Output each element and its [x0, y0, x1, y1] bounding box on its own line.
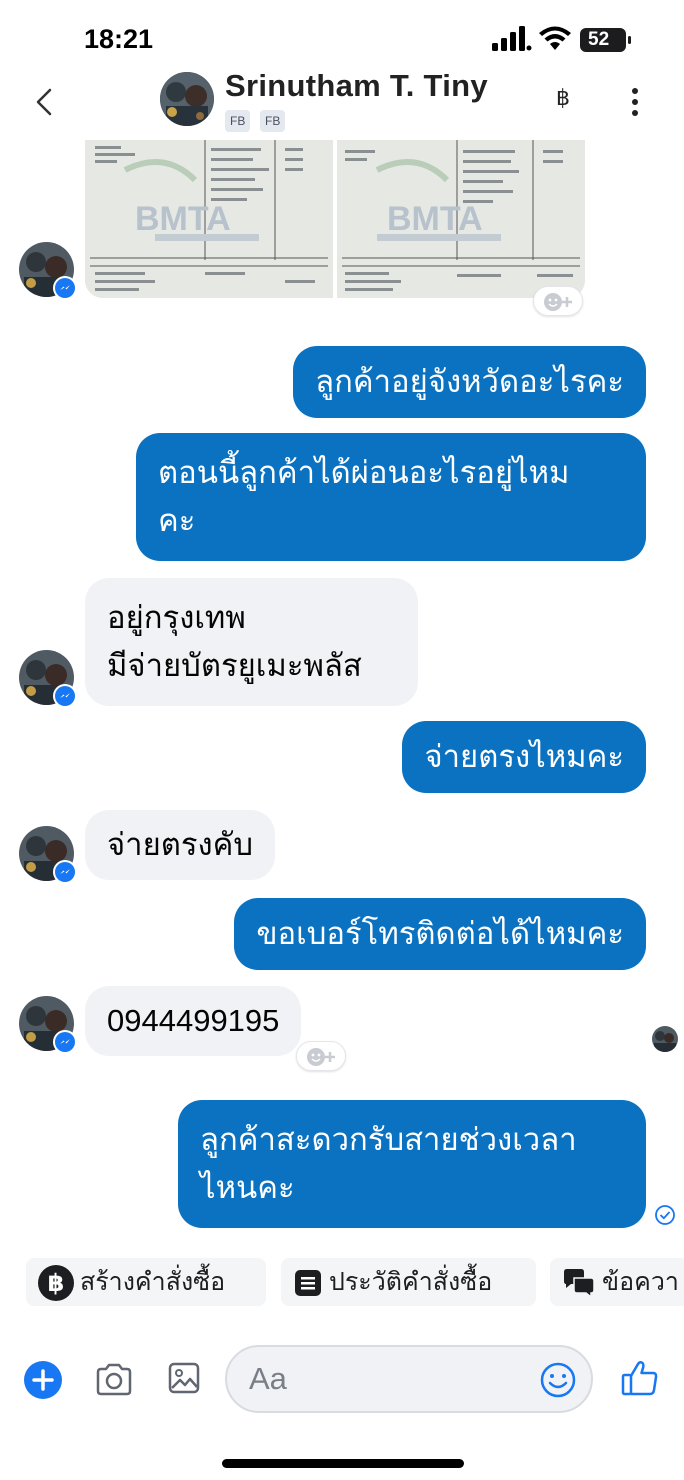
messenger-icon — [60, 869, 70, 874]
status-bar: 18:21 52 — [0, 0, 684, 72]
camera-icon[interactable] — [94, 1362, 134, 1398]
contact-avatar-small[interactable] — [19, 650, 77, 708]
messenger-icon — [60, 693, 70, 698]
plus-icon — [32, 1369, 54, 1391]
outgoing-message[interactable]: ลูกค้าสะดวกรับสายช่วงเวลา ไหนคะ — [178, 1100, 646, 1228]
chip-label: ข้อควา — [602, 1267, 679, 1296]
chip-label: สร้างคำสั่งซื้อ — [80, 1267, 226, 1296]
gallery-icon[interactable] — [167, 1360, 201, 1396]
add-reaction-button[interactable] — [296, 1041, 346, 1071]
message-text: อยู่กรุงเทพ — [107, 600, 246, 636]
message-input[interactable]: Aa — [225, 1345, 593, 1413]
message-text: 0944499195 — [107, 1003, 280, 1038]
messages-chip[interactable]: ข้อควา — [550, 1258, 684, 1306]
chat-bubbles-icon — [564, 1269, 595, 1298]
baht-circle-icon: ฿ — [38, 1265, 74, 1301]
more-vertical-icon[interactable] — [628, 86, 642, 118]
message-text: คะ — [158, 503, 196, 539]
chat-header: Srinutham T. Tiny FB FB ฿ — [0, 66, 684, 136]
receipt-photo[interactable]: BMTA — [337, 140, 585, 298]
watermark-text: BMTA — [135, 200, 231, 238]
contact-avatar-small[interactable] — [19, 242, 77, 300]
watermark-text: BMTA — [387, 200, 483, 238]
plus-button[interactable] — [24, 1361, 62, 1399]
outgoing-message[interactable]: ตอนนี้ลูกค้าได้ผ่อนอะไรอยู่ไหม คะ — [136, 433, 646, 561]
baht-icon[interactable]: ฿ — [556, 86, 570, 111]
message-text: จ่ายตรงคับ — [107, 827, 254, 863]
list-icon — [295, 1270, 321, 1296]
receipt-image-icon: BMTA — [85, 140, 333, 298]
message-text: ขอเบอร์โทรติดต่อได้ไหมคะ — [256, 916, 624, 952]
outgoing-message[interactable]: จ่ายตรงไหมคะ — [402, 721, 646, 793]
contact-name[interactable]: Srinutham T. Tiny — [225, 68, 488, 104]
message-text: จ่ายตรงไหมคะ — [424, 739, 624, 775]
chip-label: ประวัติคำสั่งซื้อ — [329, 1267, 493, 1296]
chevron-left-icon[interactable] — [30, 84, 60, 120]
contact-avatar-small[interactable] — [19, 826, 77, 884]
order-history-chip[interactable]: ประวัติคำสั่งซื้อ — [281, 1258, 536, 1306]
message-text: ตอนนี้ลูกค้าได้ผ่อนอะไรอยู่ไหม — [158, 455, 570, 491]
battery-indicator: 52 — [580, 28, 632, 52]
messenger-icon — [60, 1039, 70, 1044]
avatar-photo-icon — [160, 72, 214, 126]
contact-avatar-small[interactable] — [19, 996, 77, 1054]
message-input-placeholder: Aa — [249, 1361, 287, 1396]
home-indicator — [222, 1459, 464, 1468]
receipt-photo[interactable]: BMTA — [85, 140, 333, 298]
create-order-chip[interactable]: ฿สร้างคำสั่งซื้อ — [26, 1258, 266, 1306]
sent-check-icon — [655, 1205, 675, 1225]
outgoing-message[interactable]: ขอเบอร์โทรติดต่อได้ไหมคะ — [234, 898, 646, 970]
message-text: ไหนคะ — [200, 1170, 295, 1206]
incoming-message[interactable]: 0944499195 — [85, 986, 302, 1056]
source-tag: FB — [260, 110, 286, 132]
incoming-message[interactable]: อยู่กรุงเทพ มีจ่ายบัตรยูเมะพลัส — [85, 578, 418, 706]
incoming-message[interactable]: จ่ายตรงคับ — [85, 810, 276, 880]
message-text: มีจ่ายบัตรยูเมะพลัส — [107, 648, 362, 684]
emoji-icon[interactable] — [539, 1361, 577, 1399]
cellular-signal-icon — [492, 26, 532, 51]
receipt-image-icon: BMTA — [337, 140, 585, 298]
add-reaction-icon — [307, 1048, 335, 1066]
add-reaction-button[interactable] — [533, 286, 583, 316]
wifi-icon — [539, 26, 571, 50]
status-time: 18:21 — [84, 24, 154, 54]
message-text: ลูกค้าอยู่จังหวัดอะไรคะ — [315, 364, 624, 400]
thumbs-up-icon[interactable] — [620, 1358, 660, 1398]
seen-avatar — [652, 1026, 678, 1052]
messenger-icon — [60, 285, 70, 290]
avatar-photo-icon — [652, 1026, 678, 1052]
battery-level: 52 — [588, 29, 610, 50]
message-text: ลูกค้าสะดวกรับสายช่วงเวลา — [200, 1122, 577, 1158]
outgoing-message[interactable]: ลูกค้าอยู่จังหวัดอะไรคะ — [293, 346, 646, 418]
add-reaction-icon — [544, 293, 572, 311]
source-tag: FB — [225, 110, 251, 132]
contact-avatar[interactable] — [160, 72, 214, 126]
